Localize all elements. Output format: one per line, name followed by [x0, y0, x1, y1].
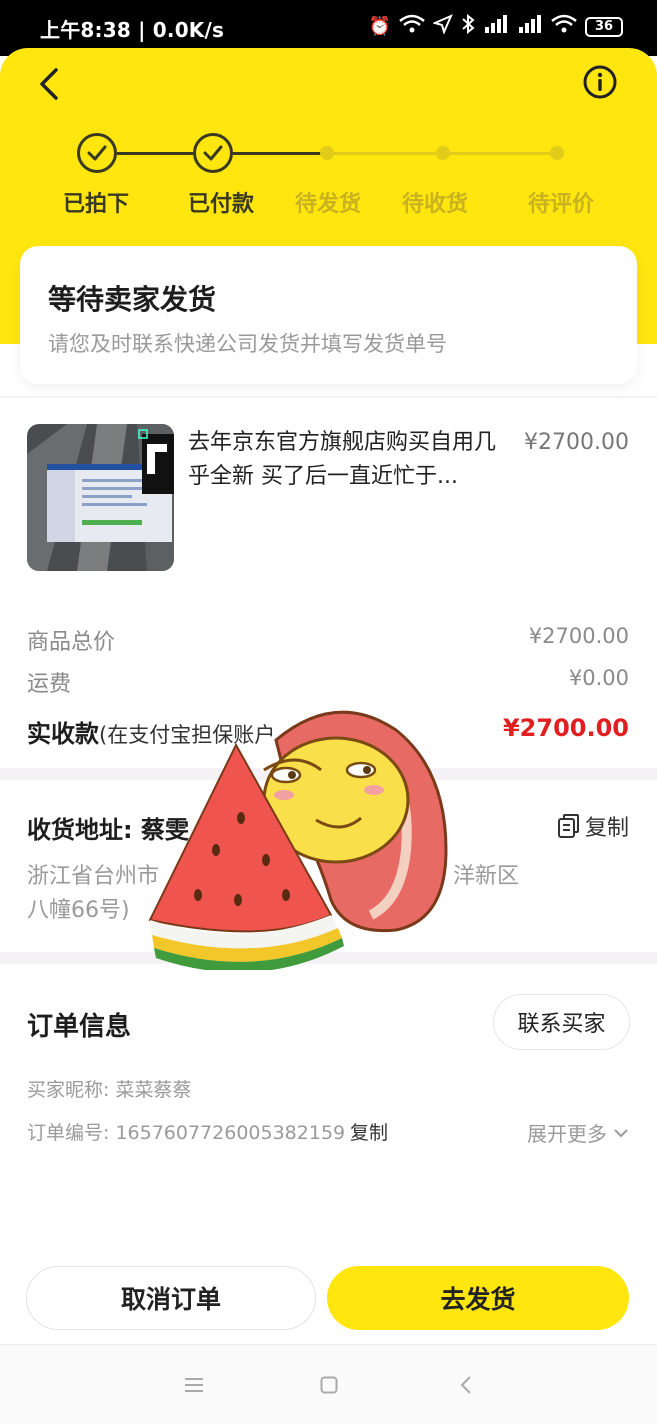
- product-price: ¥2700.00: [524, 430, 629, 455]
- shipping-value: ¥0.00: [568, 666, 629, 690]
- info-button[interactable]: [582, 64, 618, 100]
- back-nav-icon[interactable]: [460, 1375, 472, 1395]
- goods-total-value: ¥2700.00: [528, 624, 629, 648]
- location-icon: [432, 14, 453, 39]
- progress-line-current: [233, 152, 327, 155]
- status-subtitle: 请您及时联系快递公司发货并填写发货单号: [48, 332, 447, 356]
- step-dot: [436, 146, 450, 160]
- shipping-label: 运费: [27, 672, 72, 697]
- expand-more-button[interactable]: 展开更多: [527, 1118, 629, 1147]
- expand-more-label: 展开更多: [527, 1122, 607, 1146]
- section-divider: [0, 396, 657, 398]
- received-value: ¥2700.00: [502, 714, 629, 742]
- cancel-order-button[interactable]: 取消订单: [26, 1266, 316, 1330]
- step-label-to-review: 待评价: [527, 192, 594, 217]
- contact-buyer-button[interactable]: 联系买家: [493, 994, 630, 1050]
- progress-line-done: [117, 152, 193, 155]
- alarm-icon: ⏰: [368, 16, 391, 37]
- step-label-paid: 已付款: [187, 192, 254, 217]
- step-label-to-receive: 待收货: [401, 192, 468, 217]
- buyer-nickname: 买家昵称: 菜菜蔡蔡: [27, 1079, 192, 1101]
- order-info-title: 订单信息: [27, 1012, 132, 1042]
- signal-icon-1: [483, 14, 509, 39]
- address-line-1: 浙江省台州市: [27, 864, 160, 889]
- step-check-icon: [193, 133, 233, 173]
- copy-order-number-button[interactable]: 复制: [350, 1118, 388, 1145]
- step-label-ordered: 已拍下: [62, 192, 129, 217]
- step-dot: [550, 146, 564, 160]
- signal-icon-2: [517, 14, 543, 39]
- menu-icon[interactable]: [184, 1377, 204, 1393]
- wifi-icon-2: [551, 14, 577, 39]
- status-title: 等待卖家发货: [48, 283, 217, 316]
- step-check-icon: [77, 133, 117, 173]
- status-time: 上午8:38 | 0.0K/s: [40, 18, 225, 42]
- order-status-card: 等待卖家发货 请您及时联系快递公司发货并填写发货单号: [20, 246, 637, 384]
- chevron-left-icon: [40, 68, 58, 100]
- bluetooth-icon: [461, 13, 475, 39]
- step-dot: [320, 146, 334, 160]
- product-thumbnail[interactable]: [27, 424, 174, 571]
- watermelon-sticker-icon: [148, 710, 448, 970]
- back-button[interactable]: [34, 64, 66, 104]
- copy-icon: [557, 814, 579, 838]
- goods-total-label: 商品总价: [27, 630, 116, 655]
- received-label: 实收款: [27, 720, 99, 748]
- ship-button[interactable]: 去发货: [327, 1266, 629, 1330]
- product-title[interactable]: 去年京东官方旗舰店购买自用几乎全新 买了后一直近忙于...: [188, 426, 506, 494]
- order-number: 订单编号: 1657607726005382159: [27, 1122, 346, 1144]
- home-icon[interactable]: [320, 1376, 338, 1394]
- copy-address-button[interactable]: 复制: [557, 810, 629, 842]
- step-label-to-ship: 待发货: [294, 192, 361, 217]
- status-icons: ⏰ 36: [368, 13, 623, 39]
- system-nav-bar: [0, 1344, 657, 1424]
- copy-address-label: 复制: [584, 816, 629, 841]
- wifi-icon: [399, 14, 425, 39]
- battery-icon: 36: [585, 16, 623, 37]
- chevron-down-icon: [614, 1128, 628, 1137]
- info-icon: [583, 65, 617, 99]
